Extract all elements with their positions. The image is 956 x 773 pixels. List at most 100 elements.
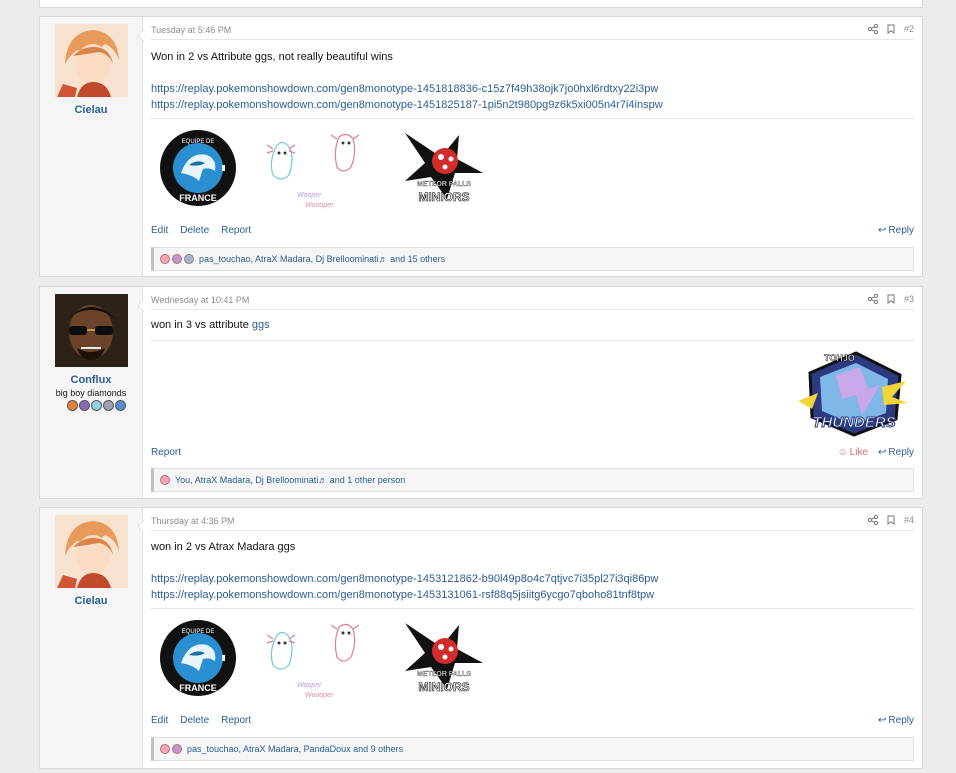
username[interactable]: Cielau [40,104,142,116]
like-reaction-icon [160,475,170,485]
username[interactable]: Cielau [40,595,142,607]
message-body: won in 3 vs attribute ggs [151,317,914,333]
post: Cielau Tuesday at 5:46 PM #2 Won in 2 vs… [39,16,923,277]
post-date[interactable]: Wednesday at 10:41 PM [151,295,249,305]
avatar[interactable] [55,24,128,97]
replay-link[interactable]: https://replay.pokemonshowdown.com/gen8m… [151,587,914,603]
water-badge-icon [115,400,126,411]
reply-button[interactable]: ↩ Reply [878,447,914,458]
like-label: Like [849,447,869,458]
share-icon[interactable] [867,24,878,34]
replay-link[interactable]: https://replay.pokemonshowdown.com/gen8m… [151,81,914,97]
replay-link[interactable]: https://replay.pokemonshowdown.com/gen8m… [151,571,914,587]
like-icon: ☺ [837,447,848,458]
message-inline-link[interactable]: ggs [252,319,270,331]
reactions-text[interactable]: You, AtraX Madara, Dj Brelloominati♬ and… [175,475,405,485]
reactions-text[interactable]: pas_touchao, AtraX Madara, PandaDoux and… [187,744,403,754]
avatar[interactable] [55,294,128,367]
signature: EQUIPE DE FRANCE Wooper Woooper METEOR F… [151,118,914,218]
user-title: big boy diamonds [55,388,127,398]
reply-icon: ↩ [878,447,887,458]
reply-label: Reply [888,715,914,726]
message-main: Wednesday at 10:41 PM #3 won in 3 vs att… [151,287,914,498]
thunders-text: THUNDERS [812,414,895,431]
meteor-line1: METEOR FALLS [417,671,471,678]
post-number[interactable]: #3 [904,294,914,304]
message-body: won in 2 vs Atrax Madara ggs https://rep… [151,539,914,603]
thunders-small-text: TOHJO [824,353,855,363]
meteor-falls-miniors-logo: METEOR FALLS MINIORS [405,133,483,204]
message-attribution: Thursday at 4:36 PM #4 [151,513,914,531]
reply-label: Reply [888,225,914,236]
username[interactable]: Conflux [40,374,142,386]
meteor-line2: MINIORS [418,190,469,204]
edit-button[interactable]: Edit [151,715,168,726]
previous-post-stub [39,0,923,8]
share-icon[interactable] [867,515,878,525]
meteor-falls-miniors-logo: METEOR FALLS MINIORS [405,623,483,694]
equipe-logo-bottom-text: FRANCE [179,683,217,693]
reply-icon: ↩ [878,225,887,236]
message-main: Thursday at 4:36 PM #4 won in 2 vs Atrax… [151,508,914,768]
delete-button[interactable]: Delete [180,225,209,236]
message-main: Tuesday at 5:46 PM #2 Won in 2 vs Attrib… [151,17,914,276]
bookmark-icon[interactable] [887,515,895,525]
equipe-logo-top-text: EQUIPE DE [182,139,215,145]
avatar[interactable] [55,515,128,588]
report-button[interactable]: Report [151,447,181,458]
reactions-bar[interactable]: pas_touchao, AtraX Madara, PandaDoux and… [151,737,914,761]
message-text-prefix: won in 3 vs attribute [151,319,252,331]
love-reaction-icon [172,744,182,754]
svg-text:Wooper: Wooper [297,682,322,689]
reply-button[interactable]: ↩ Reply [878,225,914,236]
reactions-bar[interactable]: You, AtraX Madara, Dj Brelloominati♬ and… [151,468,914,492]
bookmark-icon[interactable] [887,24,895,34]
like-reaction-icon [160,744,170,754]
equipe-de-france-logo: EQUIPE DE FRANCE [160,620,236,696]
message-body: Won in 2 vs Attribute ggs, not really be… [151,49,914,113]
signature: TOHJO THUNDERS [151,340,914,442]
post-tools: #2 [867,24,914,34]
post-date[interactable]: Tuesday at 5:46 PM [151,25,231,35]
tohjo-thunders-logo: TOHJO THUNDERS [798,351,908,437]
message-text: Won in 2 vs Attribute ggs, not really be… [151,51,393,63]
reply-button[interactable]: ↩ Reply [878,715,914,726]
reactions-bar[interactable]: pas_touchao, AtraX Madara, Dj Brelloomin… [151,247,914,271]
user-sidebar: Cielau [40,508,143,768]
ghost-badge-icon [79,400,90,411]
reactions-text[interactable]: pas_touchao, AtraX Madara, Dj Brelloomin… [199,254,445,264]
meteor-line2: MINIORS [418,680,469,694]
edit-button[interactable]: Edit [151,225,168,236]
equipe-logo-top-text: EQUIPE DE [182,629,215,635]
post: Conflux big boy diamonds Wednesday at 10… [39,286,923,499]
like-button[interactable]: ☺ Like [837,447,868,458]
delete-button[interactable]: Delete [180,715,209,726]
signature: EQUIPE DE FRANCE Wooper Woooper METEOR F… [151,608,914,708]
ice-badge-icon [91,400,102,411]
message-attribution: Wednesday at 10:41 PM #3 [151,292,914,310]
wooper-drawing: Wooper Woooper [266,623,360,699]
love-reaction-icon [172,254,182,264]
message-attribution: Tuesday at 5:46 PM #2 [151,22,914,40]
steel-badge-icon [103,400,114,411]
svg-text:Wooper: Wooper [297,192,322,199]
reply-icon: ↩ [878,715,887,726]
report-button[interactable]: Report [221,715,251,726]
message-text: won in 2 vs Atrax Madara ggs [151,541,296,553]
wooper-caption: Woooper [305,202,334,209]
post-date[interactable]: Thursday at 4:36 PM [151,516,235,526]
post-tools: #3 [867,294,914,304]
share-icon[interactable] [867,294,878,304]
equipe-de-france-logo: EQUIPE DE FRANCE [160,130,236,206]
post-number[interactable]: #4 [904,515,914,525]
fire-badge-icon [67,400,78,411]
post-number[interactable]: #2 [904,24,914,34]
message-text: won in 3 vs attribute ggs [151,317,914,333]
koala-reaction-icon [184,254,194,264]
user-badges [67,400,126,411]
meteor-line1: METEOR FALLS [417,181,471,188]
bookmark-icon[interactable] [887,294,895,304]
report-button[interactable]: Report [221,225,251,236]
equipe-logo-bottom-text: FRANCE [179,193,217,203]
replay-link[interactable]: https://replay.pokemonshowdown.com/gen8m… [151,97,914,113]
